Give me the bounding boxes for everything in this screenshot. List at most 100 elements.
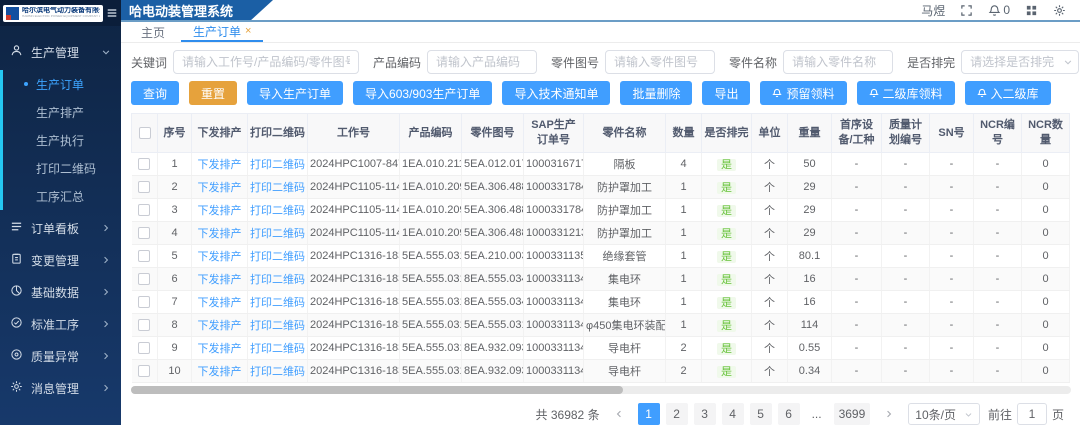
keyword-input[interactable] — [173, 50, 359, 74]
print-qrcode-link[interactable]: 打印二维码 — [250, 182, 305, 194]
print-qrcode-link[interactable]: 打印二维码 — [250, 251, 305, 263]
dispatch-link[interactable]: 下发排产 — [198, 228, 242, 240]
action-button-5[interactable]: 批量删除 — [620, 81, 692, 105]
sidebar-subitem-2[interactable]: 生产执行 — [0, 126, 121, 154]
row-checkbox[interactable] — [138, 227, 150, 239]
print-qrcode-link[interactable]: 打印二维码 — [250, 343, 305, 355]
cell-part-no: 5EA.210.0032 — [462, 245, 524, 268]
row-checkbox[interactable] — [138, 342, 150, 354]
check-circle-icon — [10, 316, 23, 332]
page-button-1[interactable]: 1 — [638, 403, 660, 425]
cell-sn: - — [930, 291, 974, 314]
sidebar-item-3[interactable]: 基础数据 — [0, 276, 121, 308]
notification-bell-icon[interactable]: 0 — [988, 3, 1010, 17]
sidebar-item-4[interactable]: 标准工序 — [0, 308, 121, 340]
column-header: 数量 — [666, 114, 702, 153]
cell-part-no: 8EA.555.0346 — [462, 268, 524, 291]
cell-sn: - — [930, 153, 974, 176]
cell-sap-no: 10003311346 — [524, 337, 584, 360]
action-button-1[interactable]: 重置 — [189, 81, 237, 105]
row-checkbox[interactable] — [138, 365, 150, 377]
cell-remark: - — [1070, 360, 1071, 383]
print-qrcode-link[interactable]: 打印二维码 — [250, 159, 305, 171]
sidebar-item-6[interactable]: 消息管理 — [0, 372, 121, 404]
action-button-4[interactable]: 导入技术通知单 — [502, 81, 610, 105]
print-qrcode-link[interactable]: 打印二维码 — [250, 297, 305, 309]
goto-page-input[interactable] — [1017, 403, 1047, 425]
dispatch-link[interactable]: 下发排产 — [198, 159, 242, 171]
dispatch-link[interactable]: 下发排产 — [198, 297, 242, 309]
horizontal-scrollbar[interactable] — [131, 386, 1071, 394]
row-checkbox[interactable] — [138, 319, 150, 331]
sidebar-item-1[interactable]: 订单看板 — [0, 212, 121, 244]
sidebar-item-2[interactable]: 变更管理 — [0, 244, 121, 276]
prev-page-button[interactable] — [608, 403, 630, 425]
part-no-input[interactable] — [605, 50, 715, 74]
cell-seq: 1 — [158, 153, 192, 176]
dispatch-link[interactable]: 下发排产 — [198, 182, 242, 194]
dispatch-link[interactable]: 下发排产 — [198, 366, 242, 378]
cell-work-no: 2024HPC1105-1147-2 — [308, 176, 400, 199]
page-button-3[interactable]: 3 — [694, 403, 716, 425]
cell-sap-no: 10003317841 — [524, 199, 584, 222]
settings-gear-icon[interactable] — [1053, 4, 1066, 17]
dispatch-link[interactable]: 下发排产 — [198, 205, 242, 217]
part-name-input[interactable] — [783, 50, 893, 74]
cell-work-no: 2024HPC1105-1147-1 — [308, 222, 400, 245]
dispatch-link[interactable]: 下发排产 — [198, 274, 242, 286]
ranked-select[interactable] — [961, 50, 1079, 74]
action-button-2[interactable]: 导入生产订单 — [247, 81, 343, 105]
next-page-button[interactable] — [878, 403, 900, 425]
sidebar-collapse-icon[interactable] — [106, 7, 118, 19]
scrollbar-thumb[interactable] — [131, 386, 623, 394]
dispatch-link[interactable]: 下发排产 — [198, 343, 242, 355]
dispatch-link[interactable]: 下发排产 — [198, 251, 242, 263]
cell-weight: 0.55 — [788, 337, 832, 360]
tab-0[interactable]: 主页 — [129, 22, 177, 42]
cell-first-equipment: - — [832, 314, 882, 337]
column-header: 零件图号 — [462, 114, 524, 153]
sidebar-subitem-4[interactable]: 工序汇总 — [0, 182, 121, 210]
action-button-9[interactable]: 入二级库 — [965, 81, 1051, 105]
action-button-3[interactable]: 导入603/903生产订单 — [353, 81, 492, 105]
row-checkbox[interactable] — [138, 273, 150, 285]
print-qrcode-link[interactable]: 打印二维码 — [250, 205, 305, 217]
page-button-6[interactable]: 6 — [778, 403, 800, 425]
close-tab-icon[interactable]: × — [245, 25, 251, 37]
sidebar-item-0[interactable]: 生产管理 — [0, 36, 121, 68]
print-qrcode-link[interactable]: 打印二维码 — [250, 366, 305, 378]
apps-grid-icon[interactable] — [1025, 4, 1038, 17]
print-qrcode-link[interactable]: 打印二维码 — [250, 274, 305, 286]
action-button-8[interactable]: 二级库领料 — [857, 81, 955, 105]
fullscreen-icon[interactable] — [960, 4, 973, 17]
cell-sap-no: 10003311349 — [524, 291, 584, 314]
dispatch-link[interactable]: 下发排产 — [198, 320, 242, 332]
product-code-input[interactable] — [427, 50, 537, 74]
cell-product-code: 1EA.010.2091 — [400, 199, 462, 222]
tab-1[interactable]: 生产订单× — [181, 22, 263, 42]
row-checkbox[interactable] — [138, 181, 150, 193]
print-qrcode-link[interactable]: 打印二维码 — [250, 320, 305, 332]
page-button-5[interactable]: 5 — [750, 403, 772, 425]
action-button-6[interactable]: 导出 — [702, 81, 750, 105]
row-checkbox[interactable] — [138, 158, 150, 170]
action-button-7[interactable]: 预留领料 — [760, 81, 846, 105]
sidebar-subitem-0[interactable]: 生产订单 — [0, 70, 121, 98]
sidebar-subitem-1[interactable]: 生产排产 — [0, 98, 121, 126]
page-size-select[interactable]: 10条/页 — [908, 403, 980, 425]
select-all-checkbox[interactable] — [139, 127, 151, 139]
page-button-3699[interactable]: 3699 — [834, 403, 871, 425]
cell-remark: - — [1070, 199, 1071, 222]
username[interactable]: 马煜 — [921, 2, 945, 19]
row-checkbox[interactable] — [138, 204, 150, 216]
print-qrcode-link[interactable]: 打印二维码 — [250, 228, 305, 240]
row-checkbox[interactable] — [138, 296, 150, 308]
sidebar-item-5[interactable]: 质量异常 — [0, 340, 121, 372]
cell-plan-no: - — [882, 153, 930, 176]
page-button-2[interactable]: 2 — [666, 403, 688, 425]
row-checkbox[interactable] — [138, 250, 150, 262]
page-button-4[interactable]: 4 — [722, 403, 744, 425]
action-button-0[interactable]: 查询 — [131, 81, 179, 105]
ranked-badge: 是 — [717, 159, 736, 171]
sidebar-subitem-3[interactable]: 打印二维码 — [0, 154, 121, 182]
